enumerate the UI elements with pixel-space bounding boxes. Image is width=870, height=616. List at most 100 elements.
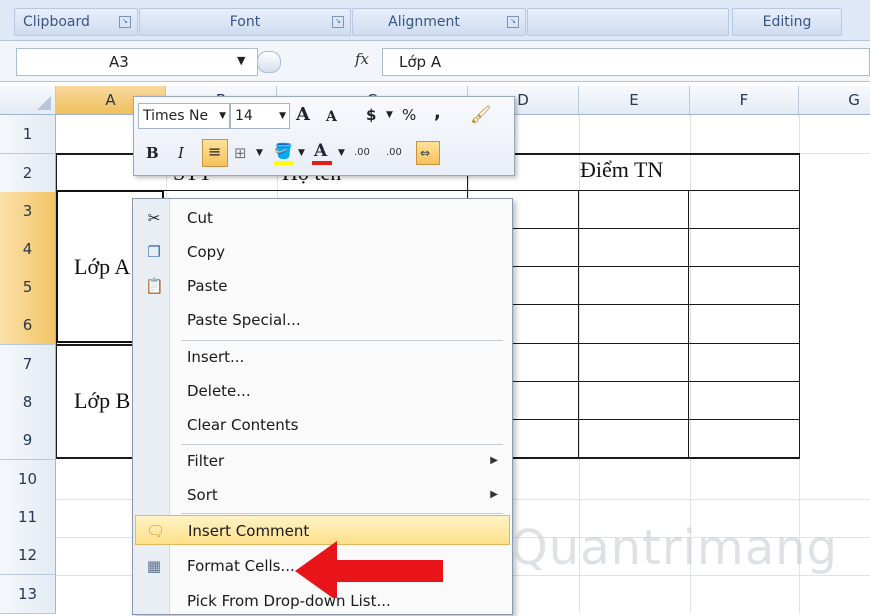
borders-icon[interactable]: ⊞ (234, 141, 247, 165)
table-border (468, 228, 800, 229)
menu-item-label: Sort (187, 486, 218, 504)
table-border (578, 190, 579, 459)
ribbon-group-blank[interactable] (527, 8, 729, 36)
ribbon-group-bar: Clipboard ↘ Font ↘ Alignment ↘ Editing (0, 0, 870, 41)
row-header-9[interactable]: 9 (0, 421, 56, 460)
format-painter-icon[interactable]: 🖌 (470, 103, 492, 127)
formula-bar-resize-handle[interactable] (257, 51, 281, 73)
bold-button[interactable]: B (146, 141, 159, 165)
menu-item-label: Format Cells... (187, 557, 295, 575)
arrow-shape (295, 541, 443, 598)
dialog-launcher-icon[interactable]: ↘ (507, 16, 519, 28)
menu-item-delete[interactable]: Delete... (135, 376, 510, 406)
format-cells-icon: ▦ (146, 557, 162, 575)
submenu-arrow-icon: ▶ (490, 489, 498, 500)
menu-item-insert[interactable]: Insert... (135, 342, 510, 372)
merge-center-icon: ⇔ (420, 146, 431, 160)
merge-center-button[interactable]: ⇔ (416, 141, 440, 165)
row-header-11[interactable]: 11 (0, 498, 56, 537)
chevron-down-icon[interactable]: ▼ (386, 103, 393, 127)
formula-bar: A3 ▼ fx Lớp A (0, 41, 870, 82)
menu-item-label: Clear Contents (187, 416, 299, 434)
table-border (799, 153, 800, 459)
select-all-button[interactable] (0, 86, 56, 114)
menu-item-sort[interactable]: Sort ▶ (135, 480, 510, 510)
row-header-1[interactable]: 1 (0, 115, 56, 154)
chevron-down-icon[interactable]: ▼ (219, 104, 226, 128)
menu-item-label: Paste (187, 277, 228, 295)
fill-color-icon[interactable]: 🪣 (274, 139, 293, 163)
increase-decimal-button[interactable]: .00 (354, 141, 370, 165)
column-header-g[interactable]: G (799, 86, 870, 114)
menu-separator (181, 513, 503, 514)
row-header-8[interactable]: 8 (0, 383, 56, 422)
ribbon-group-editing[interactable]: Editing (732, 8, 842, 36)
ribbon-group-alignment[interactable]: Alignment ↘ (352, 8, 526, 36)
chevron-down-icon[interactable]: ▼ (237, 54, 245, 67)
menu-item-clear-contents[interactable]: Clear Contents (135, 410, 510, 440)
menu-separator (181, 444, 503, 445)
comment-icon: 🗨 (146, 522, 166, 540)
chevron-down-icon[interactable]: ▼ (298, 141, 305, 165)
row-header-5[interactable]: 5 (0, 268, 56, 307)
menu-item-label: Paste Special... (187, 311, 301, 329)
chevron-down-icon[interactable]: ▼ (279, 104, 286, 128)
row-header-10[interactable]: 10 (0, 460, 56, 499)
menu-item-label: Delete... (187, 382, 251, 400)
table-border (688, 190, 689, 459)
font-name-value: Times Ne (143, 108, 209, 124)
row-header-4[interactable]: 4 (0, 230, 56, 269)
table-border (468, 266, 800, 267)
menu-item-label: Copy (187, 243, 226, 261)
column-header-e[interactable]: E (579, 86, 690, 114)
copy-icon: ❐ (147, 243, 161, 261)
menu-item-paste-special[interactable]: Paste Special... (135, 305, 510, 335)
ribbon-group-clipboard[interactable]: Clipboard ↘ (14, 8, 138, 36)
font-name-box[interactable]: Times Ne ▼ (138, 103, 230, 129)
chevron-down-icon[interactable]: ▼ (256, 141, 263, 165)
row-header-3[interactable]: 3 (0, 192, 56, 231)
shrink-font-button[interactable]: A (326, 105, 337, 129)
row-header-6[interactable]: 6 (0, 306, 56, 345)
table-border (468, 381, 800, 382)
menu-item-label: Filter (187, 452, 225, 470)
font-color-button[interactable]: A (314, 139, 327, 163)
cell-e2: Điểm TN (580, 157, 664, 182)
column-header-f[interactable]: F (690, 86, 799, 114)
ribbon-group-font[interactable]: Font ↘ (139, 8, 351, 36)
ribbon-group-label: Alignment (388, 14, 460, 30)
comma-button[interactable]: , (434, 101, 441, 125)
currency-button[interactable]: $ (366, 103, 376, 127)
menu-item-cut[interactable]: ✂ Cut (135, 203, 510, 233)
font-size-box[interactable]: 14 ▼ (230, 103, 290, 129)
cell-a8: Lớp B (74, 388, 131, 413)
font-size-value: 14 (235, 108, 253, 124)
row-header-7[interactable]: 7 (0, 345, 56, 384)
chevron-down-icon[interactable]: ▼ (338, 141, 345, 165)
insert-function-icon[interactable]: fx (355, 50, 369, 68)
menu-item-copy[interactable]: ❐ Copy (135, 237, 510, 267)
menu-item-filter[interactable]: Filter ▶ (135, 446, 510, 476)
align-center-button[interactable]: ≡ (202, 139, 228, 167)
dialog-launcher-icon[interactable]: ↘ (119, 16, 131, 28)
percent-button[interactable]: % (402, 103, 416, 127)
grow-font-button[interactable]: A (296, 103, 310, 127)
submenu-arrow-icon: ▶ (490, 455, 498, 466)
menu-item-paste[interactable]: 📋 Paste (135, 271, 510, 301)
red-arrow-annotation (295, 541, 443, 598)
name-box-value: A3 (109, 53, 129, 71)
cell-a4: Lớp A (74, 254, 131, 279)
row-header-2[interactable]: 2 (0, 154, 56, 193)
scissors-icon: ✂ (147, 209, 161, 227)
mini-toolbar: Times Ne ▼ 14 ▼ A A $ ▼ % , 🖌 B I ≡ ⊞ ▼ … (133, 96, 515, 176)
row-header-13[interactable]: 13 (0, 575, 56, 614)
formula-input[interactable]: Lớp A (382, 48, 870, 76)
decrease-decimal-button[interactable]: .00 (386, 141, 402, 165)
watermark: Quantrimang (510, 520, 838, 576)
menu-item-label: Insert Comment (188, 522, 310, 540)
ribbon-group-label: Font (229, 14, 261, 30)
table-border (468, 304, 800, 305)
name-box[interactable]: A3 ▼ (16, 48, 258, 76)
row-header-12[interactable]: 12 (0, 536, 56, 575)
italic-button[interactable]: I (178, 141, 184, 165)
